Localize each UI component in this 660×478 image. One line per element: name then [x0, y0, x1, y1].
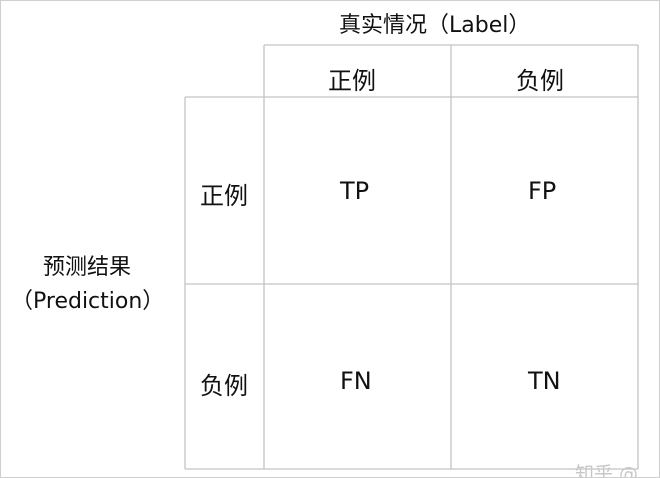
prediction-axis-title: 预测结果 （Prediction） — [11, 251, 165, 319]
column-header-positive: 正例 — [328, 67, 376, 95]
row-header-negative: 负例 — [200, 372, 248, 400]
cell-tn: TN — [528, 367, 561, 395]
confusion-matrix-figure: 真实情况（Label） 预测结果 （Prediction） 正例 负例 正例 负… — [0, 0, 660, 478]
column-header-negative: 负例 — [516, 67, 564, 95]
prediction-axis-line2: （Prediction） — [11, 289, 165, 314]
cell-tp: TP — [340, 177, 370, 205]
row-header-positive: 正例 — [200, 182, 248, 210]
prediction-axis-line1: 预测结果 — [42, 255, 131, 280]
watermark: 知乎 @… — [574, 463, 657, 478]
cell-fn: FN — [340, 367, 372, 395]
cell-fp: FP — [528, 177, 557, 205]
label-axis-title: 真实情况（Label） — [339, 13, 531, 38]
